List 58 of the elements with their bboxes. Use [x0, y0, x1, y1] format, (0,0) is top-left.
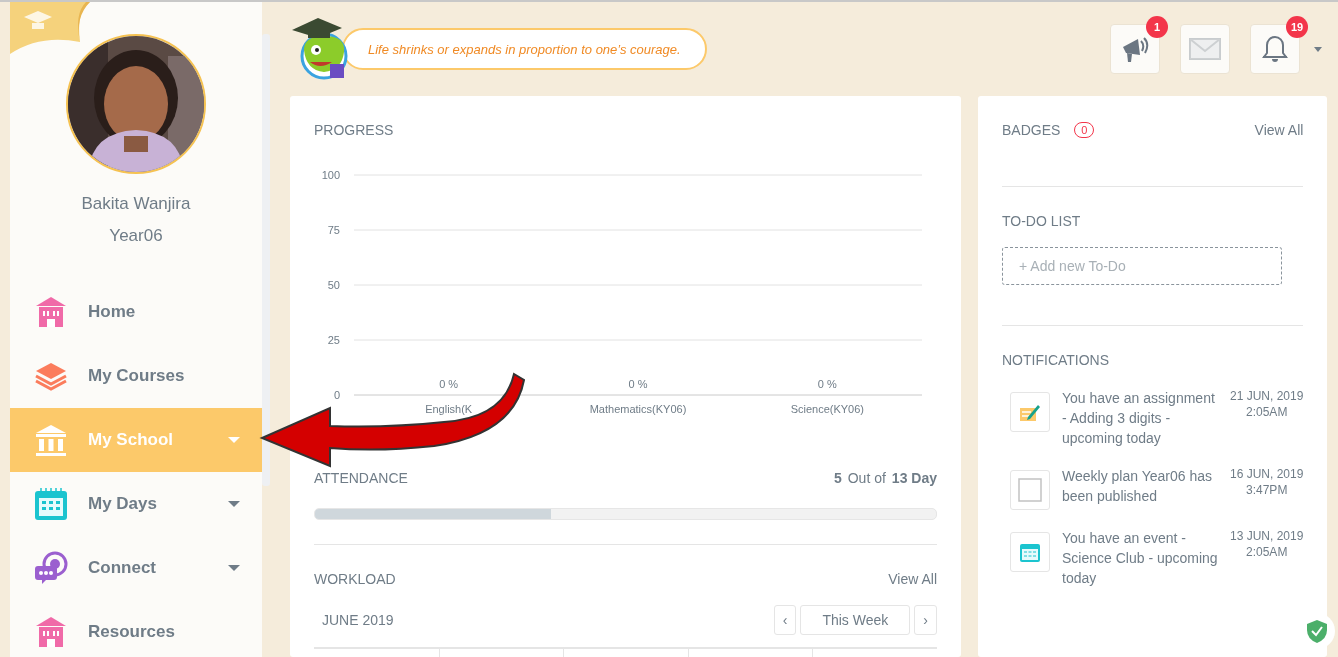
columns-building-icon — [34, 423, 68, 457]
next-button[interactable]: › — [914, 605, 937, 635]
student-name: Bakita Wanjira — [80, 194, 192, 214]
count-badge: 19 — [1286, 16, 1308, 38]
value-label: 0 % — [439, 378, 459, 390]
attendance-separator: Out of — [847, 470, 886, 486]
calendar-icon — [34, 487, 68, 521]
notification-text[interactable]: You have an assignment - Adding 3 digits - upcoming today — [1062, 388, 1218, 448]
attendance-count: 5 — [833, 470, 842, 486]
notification-text[interactable]: Weekly plan Year06 has been published — [1062, 466, 1218, 510]
calendar-icon — [1019, 541, 1041, 563]
section-title: PROGRESS — [314, 122, 395, 138]
view-all-link[interactable]: View All — [888, 571, 937, 587]
axis-tick-label: 25 — [327, 334, 340, 346]
student-class: Year06 — [108, 226, 164, 246]
axis-tick-label: 50 — [327, 279, 340, 291]
caret-icon[interactable] — [1314, 46, 1322, 52]
value-label: 0 % — [817, 378, 837, 390]
category-label: English(K — [425, 403, 473, 415]
building-icon — [34, 615, 68, 649]
category-label: Mathematics(KY06) — [589, 403, 687, 415]
square-icon — [1018, 478, 1042, 502]
notification-date: 16 JUN, 2019 3:47PM — [1230, 466, 1304, 499]
section-title: BADGES — [1002, 122, 1061, 138]
mail-icon — [1189, 38, 1221, 60]
bell-icon — [1262, 35, 1288, 63]
notification-text[interactable]: You have an event - Science Club - upcoming today — [1062, 528, 1218, 588]
sidebar-item[interactable]: My Courses — [10, 344, 262, 408]
todo-input[interactable]: + Add new To-Do — [1002, 247, 1282, 285]
sidebar-item[interactable]: My Days — [10, 472, 262, 536]
count-badge: 1 — [1146, 16, 1168, 38]
chat-icon — [34, 551, 68, 585]
axis-tick-label: 75 — [327, 224, 340, 236]
month-label: JUNE 2019 — [322, 612, 394, 628]
notification-date: 21 JUN, 2019 2:05AM — [1230, 388, 1304, 421]
notification-date: 13 JUN, 2019 2:05AM — [1230, 528, 1304, 561]
axis-tick-label: 0 — [333, 389, 340, 401]
section-title: WORKLOAD — [314, 571, 396, 587]
week-button[interactable]: This Week — [800, 605, 911, 635]
value-label: 0 % — [628, 378, 648, 390]
quote-text: Life shrinks or expands in proportion to one’s courage. — [342, 28, 707, 70]
building-icon — [34, 295, 68, 329]
note-pen-icon — [1019, 402, 1041, 422]
previous-button[interactable]: ‹ — [773, 605, 797, 635]
sidebar-item[interactable]: Connect — [10, 536, 262, 600]
section-title: NOTIFICATIONS — [1002, 352, 1111, 368]
books-icon — [34, 361, 68, 391]
sidebar-item[interactable]: Resources — [10, 600, 262, 657]
view-all-link[interactable]: View All — [1254, 122, 1304, 138]
attendance-total: 13 Day — [891, 470, 937, 486]
axis-tick-label: 100 — [321, 169, 340, 181]
section-title: TO-DO LIST — [1002, 213, 1082, 229]
megaphone-icon — [1120, 35, 1150, 63]
sidebar-item[interactable]: Home — [10, 280, 262, 344]
category-label: Science(KY06) — [790, 403, 864, 415]
announcements-button[interactable] — [1110, 24, 1160, 74]
section-title: ATTENDANCE — [314, 470, 408, 486]
scrollbar[interactable] — [262, 34, 270, 486]
